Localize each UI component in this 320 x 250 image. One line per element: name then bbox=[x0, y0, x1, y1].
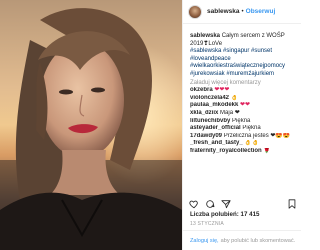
post-date: 13 STYCZNIA bbox=[190, 221, 224, 227]
header-separator: • bbox=[241, 8, 244, 15]
caption-username[interactable]: sablewska bbox=[190, 33, 220, 39]
comment-username[interactable]: _fresh_and_tasty_ bbox=[190, 140, 243, 146]
comment-username[interactable]: violonczela42 bbox=[190, 95, 229, 101]
comment-username[interactable]: okzebra bbox=[190, 87, 213, 93]
share-icon[interactable] bbox=[221, 196, 231, 209]
comment-text: Przeliczna jesteś ❤😍😍 bbox=[223, 132, 291, 139]
comment-item: _fresh_and_tasty_ 👌👌 bbox=[190, 140, 299, 148]
hashtag-line[interactable]: #loveandpeace bbox=[190, 56, 299, 64]
heart-icon[interactable] bbox=[189, 196, 199, 209]
comment-text: Piękna bbox=[242, 125, 261, 132]
comment-username[interactable]: 17dawdy09 bbox=[190, 133, 222, 139]
comment-item: paulaa_mkodekk ❤❤ bbox=[190, 102, 299, 110]
comment-text: ❤❤ bbox=[240, 102, 251, 109]
comment-text: ❤❤❤ bbox=[214, 87, 230, 94]
comment-item: liltunechibvby Piękna bbox=[190, 118, 299, 126]
portrait-illustration bbox=[0, 0, 182, 250]
comment-username[interactable]: xkla_dziix bbox=[190, 110, 218, 116]
comment-item: violonczela42 👌 bbox=[190, 95, 299, 103]
comment-username[interactable]: asteyader_official bbox=[190, 125, 241, 131]
hashtag-line[interactable]: #sablewska #singapur #sunset bbox=[190, 48, 299, 56]
comment-item: okzebra ❤❤❤ bbox=[190, 87, 299, 95]
hashtag-line[interactable]: #jurekowsiak #muremźajurkiem bbox=[190, 71, 299, 79]
login-prompt-text: aby polubić lub skomentować. bbox=[220, 237, 296, 244]
comment-item: xkla_dziix Maja ❤ bbox=[190, 110, 299, 118]
comment-item: asteyader_official Piękna bbox=[190, 125, 299, 133]
comment-text: 👌 bbox=[230, 94, 239, 101]
follow-button[interactable]: Obserwuj bbox=[246, 8, 276, 15]
post-header: sablewska • Obserwuj bbox=[183, 0, 301, 24]
comment-item: 17dawdy09 Przeliczna jesteś ❤😍😍 bbox=[190, 133, 299, 141]
comment-username[interactable]: fraternity_royalcollection bbox=[190, 148, 262, 154]
bookmark-icon[interactable] bbox=[287, 196, 297, 209]
post-photo[interactable] bbox=[0, 0, 182, 250]
avatar[interactable] bbox=[188, 4, 202, 19]
header-username[interactable]: sablewska bbox=[207, 8, 240, 15]
action-bar bbox=[189, 195, 297, 209]
login-footer: Zaloguj się, aby polubić lub skomentować… bbox=[183, 230, 301, 250]
comment-text: 👌👌 bbox=[244, 140, 260, 147]
comment-icon[interactable] bbox=[205, 196, 215, 208]
comment-text: Piękna bbox=[232, 117, 251, 124]
comment-text: Maja ❤ bbox=[220, 109, 240, 116]
comment-text: 🌹 bbox=[263, 147, 271, 154]
load-more-comments-link[interactable]: Załaduj więcej komentarzy bbox=[190, 80, 299, 88]
comment-username[interactable]: paulaa_mkodekk bbox=[190, 102, 238, 108]
post-sidebar: sablewska • Obserwuj sablewska Całym ser… bbox=[182, 0, 301, 250]
comments-list: sablewska Całym sercem z WOŚP 2019❣LoVe … bbox=[190, 33, 299, 156]
likes-count[interactable]: Liczba polubień: 17 415 bbox=[190, 211, 259, 218]
comment-item: fraternity_royalcollection 🌹 bbox=[190, 148, 299, 156]
login-link[interactable]: Zaloguj się, bbox=[190, 238, 219, 244]
hashtag-line[interactable]: #wielkaorkiestraświątecznejpomocy bbox=[190, 63, 299, 71]
comment-username[interactable]: liltunechibvby bbox=[190, 118, 230, 124]
caption: sablewska Całym sercem z WOŚP 2019❣LoVe bbox=[190, 33, 299, 48]
